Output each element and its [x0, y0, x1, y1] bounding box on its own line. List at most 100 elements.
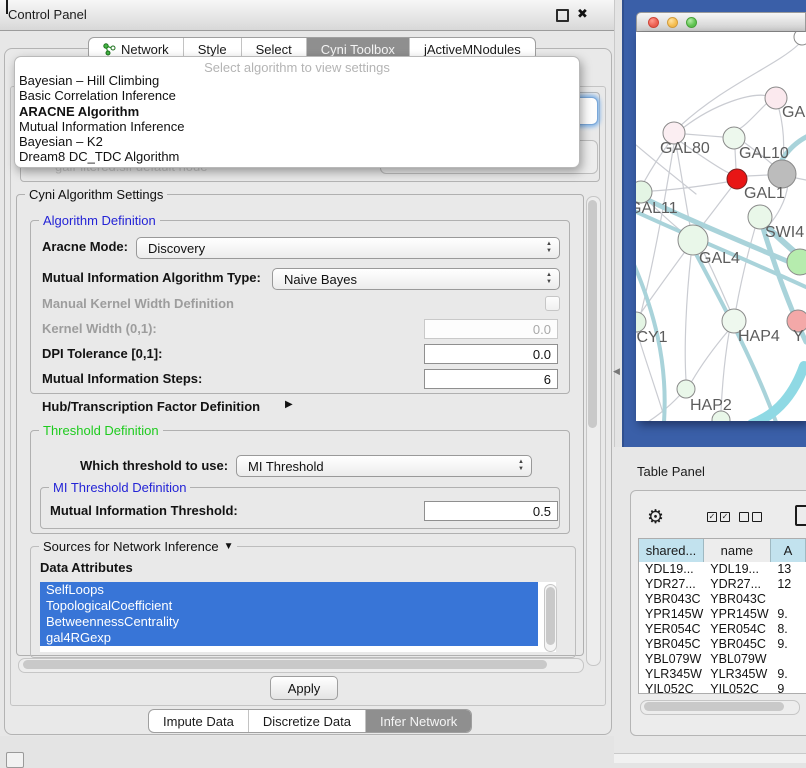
network-edge[interactable]	[652, 182, 727, 191]
attribute-list-item[interactable]: gal4RGexp	[40, 630, 538, 646]
tab-impute-data[interactable]: Impute Data	[149, 710, 248, 732]
attribute-list-item[interactable]: BetweennessCentrality	[40, 614, 538, 630]
settings-vertical-scrollbar[interactable]	[586, 196, 601, 666]
algorithm-option[interactable]: Bayesian – K2	[19, 134, 575, 149]
network-edge[interactable]	[640, 253, 684, 314]
deselect-all-icon[interactable]	[739, 512, 762, 522]
close-icon[interactable]: ✖	[577, 6, 588, 22]
collapsed-arrow-icon[interactable]: ▶	[285, 399, 293, 410]
mi-type-combo[interactable]: Naive Bayes ▲▼	[272, 268, 560, 290]
network-node[interactable]	[787, 249, 806, 275]
attributes-list-scrollbar[interactable]	[544, 584, 557, 652]
network-edge[interactable]	[735, 149, 736, 169]
network-node-hap2[interactable]	[677, 380, 695, 398]
table-row[interactable]: YBR043CYBR043C	[639, 592, 806, 607]
app-root: Control Panel ✖ NetworkStyleSelectCyni T…	[0, 0, 806, 762]
network-node[interactable]	[794, 32, 806, 45]
select-all-icon[interactable]: ✓✓	[707, 512, 730, 522]
table-cell: YDL19...	[704, 562, 771, 577]
close-traffic-light-icon[interactable]	[648, 17, 659, 28]
column-header-3[interactable]: A	[771, 539, 806, 562]
table-row[interactable]: YLR345WYLR345W9.	[639, 667, 806, 682]
table-cell: YDR27...	[639, 577, 704, 592]
zoom-traffic-light-icon[interactable]	[686, 17, 697, 28]
network-edge[interactable]	[796, 178, 806, 180]
gear-icon[interactable]: ⚙	[647, 506, 664, 529]
apply-button[interactable]: Apply	[270, 676, 338, 700]
settings-horizontal-scrollbar[interactable]	[18, 658, 584, 673]
network-edge[interactable]	[685, 255, 691, 380]
table-row[interactable]: YBL079WYBL079W	[639, 652, 806, 667]
tab-discretize-data[interactable]: Discretize Data	[248, 710, 365, 732]
network-edge[interactable]	[752, 366, 804, 421]
float-window-icon[interactable]	[556, 9, 569, 22]
algorithm-option[interactable]: Bayesian – Hill Climbing	[19, 73, 575, 88]
network-edge[interactable]	[700, 188, 731, 228]
attribute-list-item[interactable]: TopologicalCoefficient	[40, 598, 538, 614]
hub-section-label[interactable]: Hub/Transcription Factor Definition	[42, 399, 260, 414]
collapsed-panel-icon[interactable]	[6, 752, 24, 768]
network-node[interactable]	[768, 160, 796, 188]
network-window-titlebar[interactable]	[636, 12, 806, 32]
table-cell: 8.	[771, 622, 806, 637]
tab-label: Select	[256, 42, 292, 57]
table-cell: YLR345W	[704, 667, 771, 682]
aracne-mode-combo[interactable]: Discovery ▲▼	[136, 237, 560, 259]
network-edge[interactable]	[692, 331, 728, 381]
mi-threshold-field[interactable]: 0.5	[424, 501, 558, 521]
table-row[interactable]: YPR145WYPR145W9.	[639, 607, 806, 622]
algorithm-option[interactable]: Dream8 DC_TDC Algorithm	[19, 149, 575, 164]
control-panel-titlebar: Control Panel ✖	[0, 0, 614, 31]
which-threshold-value: MI Threshold	[248, 459, 324, 474]
data-attributes-label: Data Attributes	[40, 560, 133, 575]
network-edge[interactable]	[685, 134, 723, 137]
network-edge[interactable]	[747, 175, 768, 176]
export-table-icon[interactable]	[795, 505, 806, 526]
threshold-definition-title: Threshold Definition	[39, 423, 163, 438]
tab-infer-network[interactable]: Infer Network	[365, 710, 471, 732]
table-cell: 9.	[771, 667, 806, 682]
table-row[interactable]: YDL19...YDL19...13	[639, 562, 806, 577]
table-cell: YBR043C	[704, 592, 771, 607]
table-row[interactable]: YBR045CYBR045C9.	[639, 637, 806, 652]
table-cell: 9.	[771, 637, 806, 652]
network-canvas[interactable]: GALGAL80GAL10GAL1GAL11SWI4GAL4GCY1HAP4YH…	[636, 32, 806, 421]
mi-steps-field[interactable]: 6	[424, 369, 558, 389]
expanded-arrow-icon[interactable]: ▼	[224, 541, 234, 552]
network-node-label: HAP4	[738, 328, 780, 345]
table-cell: YBR043C	[639, 592, 704, 607]
control-panel-window: Control Panel ✖ NetworkStyleSelectCyni T…	[0, 0, 615, 736]
attribute-list-item[interactable]: SelfLoops	[40, 582, 538, 598]
table-horizontal-scrollbar[interactable]	[640, 700, 800, 715]
algorithm-option[interactable]: ARACNE Algorithm	[19, 104, 575, 119]
network-edge[interactable]	[641, 395, 680, 421]
which-threshold-combo[interactable]: MI Threshold ▲▼	[236, 455, 532, 477]
table-row[interactable]: YIL052CYIL052C9	[639, 682, 806, 693]
table-cell: YIL052C	[704, 682, 771, 693]
table-row[interactable]: YDR27...YDR27...12	[639, 577, 806, 592]
kernel-width-field[interactable]: 0.0	[424, 319, 558, 339]
table-row[interactable]: YER054CYER054C8.	[639, 622, 806, 637]
data-attributes-list: SelfLoopsTopologicalCoefficientBetweenne…	[40, 582, 556, 652]
tab-label: Cyni Toolbox	[321, 42, 395, 57]
algorithm-option[interactable]: Basic Correlation Inference	[19, 88, 575, 103]
network-node-label: GAL11	[636, 200, 678, 217]
node-table: shared...nameA YDL19...YDL19...13YDR27..…	[638, 538, 806, 694]
network-node-label: GAL10	[739, 145, 789, 162]
sources-title[interactable]: Sources for Network Inference	[43, 539, 219, 554]
network-graph[interactable]: GALGAL80GAL10GAL1GAL11SWI4GAL4GCY1HAP4YH…	[636, 32, 806, 421]
column-header-1[interactable]: shared...	[639, 539, 704, 562]
dpi-tolerance-field[interactable]: 0.0	[424, 344, 558, 364]
network-node-label: SWI4	[765, 224, 804, 241]
minimize-traffic-light-icon[interactable]	[667, 17, 678, 28]
mi-threshold-title: MI Threshold Definition	[49, 480, 190, 495]
network-edge[interactable]	[739, 103, 767, 129]
network-edge[interactable]	[683, 95, 768, 128]
algorithm-option[interactable]: Mutual Information Inference	[19, 119, 575, 134]
network-icon	[103, 43, 116, 56]
split-divider-arrow-icon[interactable]: ◀	[613, 366, 620, 377]
table-cell: YBR045C	[704, 637, 771, 652]
column-header-2[interactable]: name	[704, 539, 771, 562]
table-cell: YER054C	[639, 622, 704, 637]
manual-kernel-checkbox[interactable]	[545, 296, 560, 311]
